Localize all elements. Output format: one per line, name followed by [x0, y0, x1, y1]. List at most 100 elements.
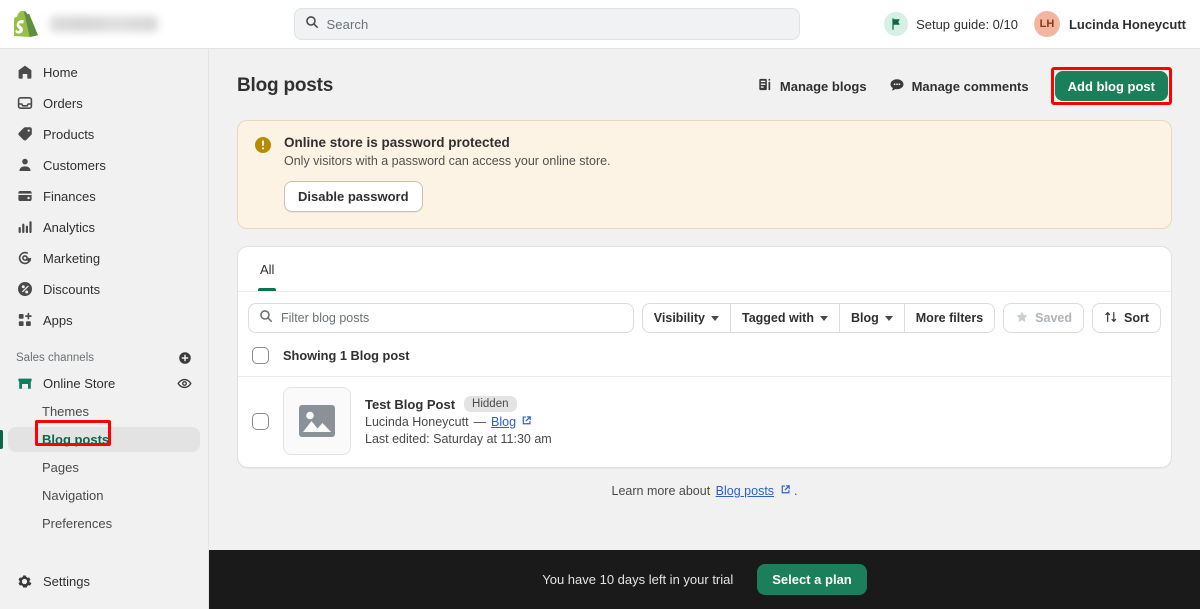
- status-badge: Hidden: [464, 396, 517, 412]
- sidebar-item-label: Apps: [43, 312, 73, 328]
- sidebar-item-themes[interactable]: Themes: [8, 399, 200, 424]
- blog-posts-help-link[interactable]: Blog posts: [716, 484, 774, 498]
- page-title: Blog posts: [237, 75, 334, 96]
- page-header-actions: Manage blogs Manage comments Add blog po…: [758, 67, 1172, 105]
- tagged-with-filter-label: Tagged with: [741, 311, 814, 325]
- discounts-percent-icon: [16, 281, 33, 298]
- manage-blogs-label: Manage blogs: [779, 78, 867, 94]
- main-inner: Blog posts Manage blogs Manage comments …: [209, 49, 1200, 498]
- learn-more-prefix: Learn more about: [611, 484, 711, 498]
- sidebar-item-marketing[interactable]: Marketing: [8, 245, 200, 271]
- store-name-redacted: [50, 16, 158, 32]
- sidebar-item-finances[interactable]: Finances: [8, 183, 200, 209]
- sidebar-item-label: Marketing: [43, 250, 101, 266]
- blog-link[interactable]: Blog: [491, 415, 516, 429]
- saved-filters-label: Saved: [1035, 311, 1072, 325]
- sidebar-item-analytics[interactable]: Analytics: [8, 214, 200, 240]
- select-all-checkbox[interactable]: [252, 347, 269, 364]
- add-blog-post-button[interactable]: Add blog post: [1054, 71, 1168, 101]
- row-content: Test Blog Post Hidden Lucinda Honeycutt …: [365, 396, 552, 446]
- sidebar-item-label: Analytics: [43, 219, 96, 235]
- sidebar-item-customers[interactable]: Customers: [8, 152, 200, 178]
- manage-blogs-button[interactable]: Manage blogs: [758, 77, 867, 95]
- finances-wallet-icon: [16, 188, 33, 205]
- sidebar-item-apps[interactable]: Apps: [8, 307, 200, 333]
- more-filters-label: More filters: [915, 311, 984, 325]
- row-select-checkbox[interactable]: [252, 412, 269, 430]
- visibility-filter-button[interactable]: Visibility: [641, 303, 730, 333]
- filter-placeholder: Filter blog posts: [281, 311, 370, 325]
- banner-subtitle: Only visitors with a password can access…: [284, 154, 611, 168]
- annotation-box-add-blog-post: Add blog post: [1050, 67, 1172, 105]
- sidebar-item-label: Preferences: [42, 516, 113, 531]
- star-icon: [1015, 310, 1029, 327]
- sidebar-item-label: Navigation: [42, 488, 104, 503]
- sidebar-item-label: Themes: [42, 404, 89, 419]
- post-title: Test Blog Post: [365, 396, 456, 412]
- sidebar-item-label: Blog posts: [42, 432, 110, 447]
- sales-channels-header: Sales channels: [16, 351, 192, 365]
- home-icon: [16, 64, 33, 81]
- manage-comments-button[interactable]: Manage comments: [889, 77, 1029, 96]
- showing-row: Showing 1 Blog post: [238, 343, 1171, 376]
- sidebar-item-preferences[interactable]: Preferences: [8, 511, 200, 536]
- blog-filter-button[interactable]: Blog: [838, 303, 904, 333]
- sidebar-item-navigation[interactable]: Navigation: [8, 483, 200, 508]
- select-a-plan-button[interactable]: Select a plan: [757, 564, 867, 595]
- avatar: LH: [1033, 11, 1060, 37]
- storefront-icon: [16, 375, 33, 392]
- setup-guide-button[interactable]: Setup guide: 0/10: [884, 12, 1018, 36]
- sidebar-item-label: Settings: [43, 573, 90, 589]
- chevron-down-icon: [884, 315, 893, 321]
- disable-password-button[interactable]: Disable password: [284, 181, 423, 212]
- plus-circle-icon[interactable]: [178, 351, 192, 365]
- trial-banner: You have 10 days left in your trial Sele…: [209, 550, 1200, 609]
- sidebar-item-pages[interactable]: Pages: [8, 455, 200, 480]
- row-author-line: Lucinda Honeycutt — Blog: [365, 415, 552, 429]
- sort-button[interactable]: Sort: [1092, 303, 1161, 333]
- tab-all[interactable]: All: [248, 247, 286, 291]
- sidebar-item-discounts[interactable]: Discounts: [8, 276, 200, 302]
- saved-filters-button[interactable]: Saved: [1003, 303, 1084, 333]
- more-filters-button[interactable]: More filters: [903, 303, 996, 333]
- orders-inbox-icon: [16, 95, 33, 112]
- sidebar-item-label: Orders: [43, 95, 83, 111]
- post-last-edited: Last edited: Saturday at 11:30 am: [365, 432, 552, 446]
- search-input[interactable]: Search: [293, 8, 800, 40]
- main-content: Blog posts Manage blogs Manage comments …: [209, 49, 1200, 609]
- brand-area[interactable]: [0, 11, 209, 37]
- sidebar-item-products[interactable]: Products: [8, 121, 200, 147]
- search-area: Search: [209, 8, 884, 40]
- sidebar-item-label: Products: [43, 126, 95, 142]
- sidebar-item-label: Home: [43, 64, 78, 80]
- post-author: Lucinda Honeycutt: [365, 415, 469, 429]
- search-icon: [259, 309, 273, 328]
- tab-label: All: [260, 261, 275, 277]
- separator-dash: —: [473, 415, 487, 429]
- password-protected-banner: Online store is password protected Only …: [237, 120, 1172, 229]
- sidebar-item-online-store[interactable]: Online Store: [8, 370, 200, 396]
- sidebar-item-blog-posts[interactable]: Blog posts: [0, 427, 200, 452]
- row-title-line: Test Blog Post Hidden: [365, 396, 552, 412]
- showing-count-label: Showing 1 Blog post: [283, 348, 410, 363]
- shopify-admin-window: Search Setup guide: 0/10 LH Lucinda Hone…: [0, 0, 1200, 609]
- sidebar-item-home[interactable]: Home: [8, 59, 200, 85]
- search-placeholder: Search: [326, 16, 369, 32]
- shopify-bag-icon: [14, 11, 38, 37]
- filter-blog-posts-input[interactable]: Filter blog posts: [248, 303, 634, 333]
- eye-icon[interactable]: [177, 376, 192, 391]
- filter-button-group: Visibility Tagged with Blog More filters: [641, 303, 996, 333]
- marketing-target-icon: [16, 250, 33, 267]
- table-row[interactable]: Test Blog Post Hidden Lucinda Honeycutt …: [238, 376, 1171, 467]
- active-indicator-bar: [0, 430, 3, 449]
- visibility-filter-label: Visibility: [653, 311, 705, 325]
- comment-bubble-icon: [889, 77, 905, 96]
- blog-icon: [758, 77, 773, 95]
- gear-icon: [16, 573, 33, 590]
- customers-person-icon: [16, 157, 33, 174]
- sidebar-item-settings[interactable]: Settings: [8, 567, 200, 595]
- sidebar-item-orders[interactable]: Orders: [8, 90, 200, 116]
- tagged-with-filter-button[interactable]: Tagged with: [729, 303, 839, 333]
- user-menu-button[interactable]: LH Lucinda Honeycutt: [1033, 11, 1186, 37]
